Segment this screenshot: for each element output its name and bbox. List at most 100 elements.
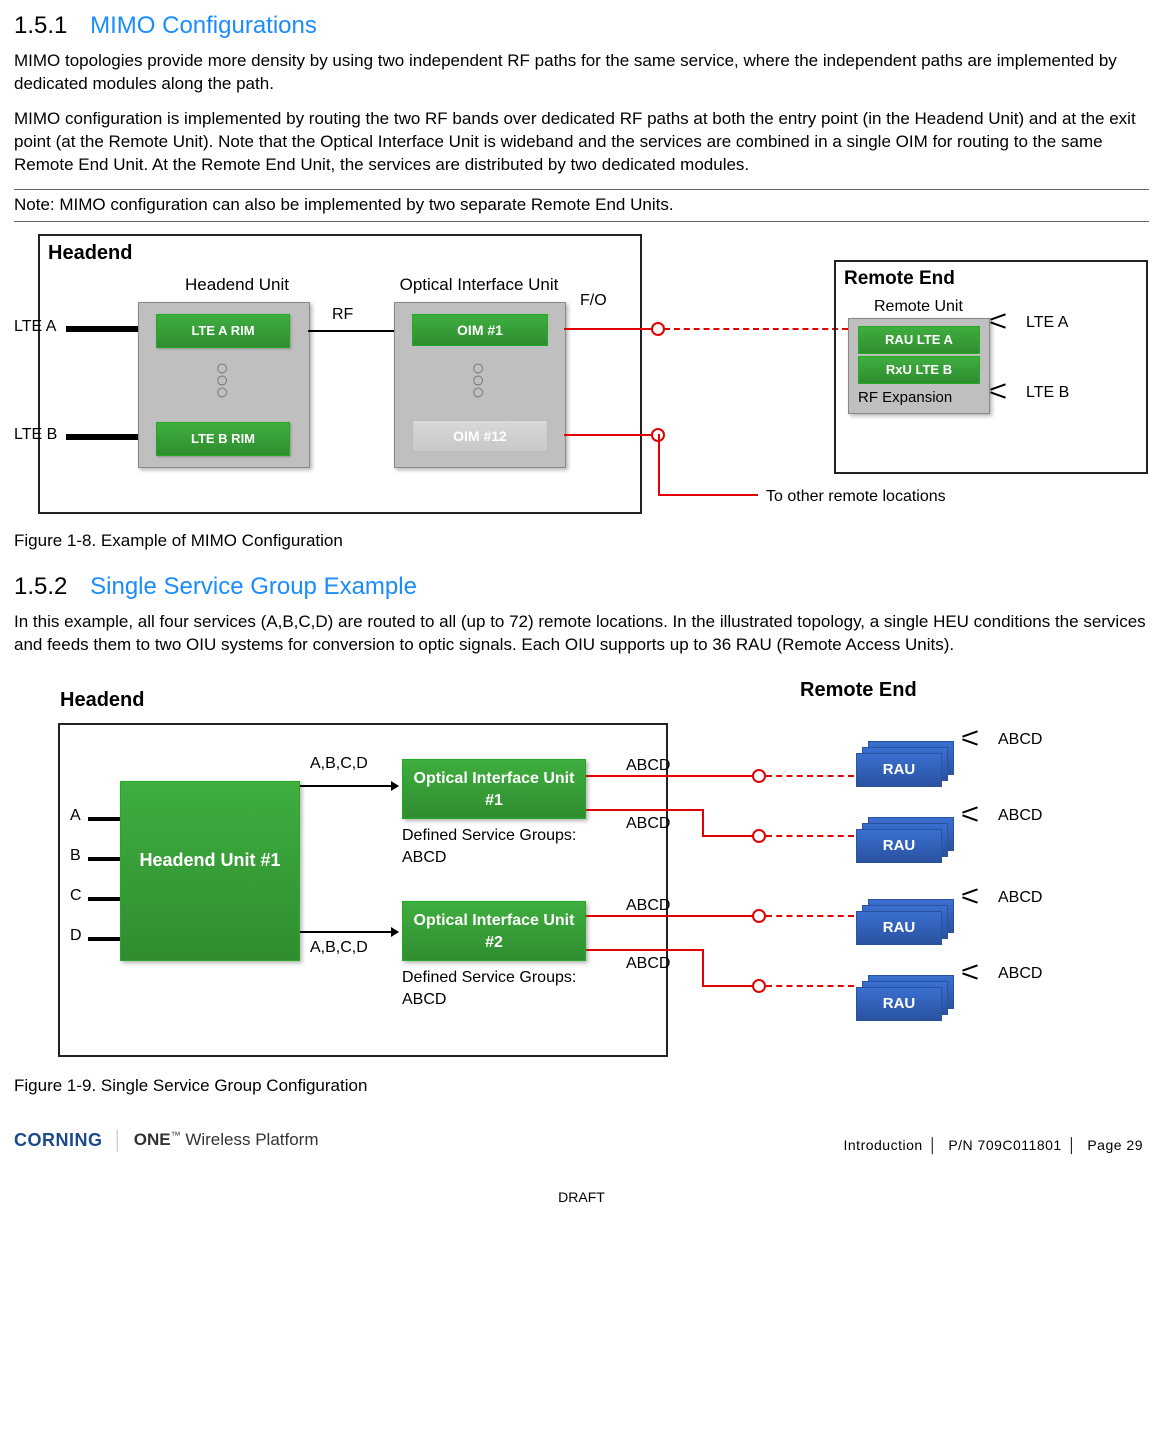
fig2-headend-label: Headend [60,687,144,714]
fo-line-12b [658,494,758,496]
rau-antenna-3 [962,887,992,905]
rau-stack-4-label: RAU [856,987,942,1021]
oim-1: OIM #1 [412,314,548,346]
footer-intro: Introduction [838,1137,929,1153]
fiber-out-4a [586,949,704,951]
abcd-in-bot-label: A,B,C,D [310,937,368,959]
fiber-out-3d [766,915,854,917]
oiu-1-label: Optical Interface Unit #1 [414,770,575,809]
fo-line-12a [564,434,654,436]
fiber-out-2b [702,835,754,837]
rau-antenna-4 [962,963,992,981]
dsg-1-label: Defined Service Groups: ABCD [402,825,612,868]
section-151-note: Note: MIMO configuration can also be imp… [14,189,1149,222]
lte-a-bar [66,326,144,332]
abcd-in-top-label: A,B,C,D [310,753,368,775]
input-c-label: C [70,885,82,907]
section-151-heading: 1.5.1 MIMO Configurations [14,10,1149,42]
section-151-title: MIMO Configurations [90,12,317,39]
fo-port-1 [651,322,665,336]
headend-unit-1: Headend Unit #1 [120,781,300,961]
fiber-out-1 [586,775,754,777]
lte-a-rim: LTE A RIM [156,314,290,348]
remote-unit-label: Remote Unit [874,296,963,318]
fo-port-2-1 [752,769,766,783]
oiu-vdots: ○○○ [468,362,488,398]
input-a-label: A [70,805,81,827]
heu-label: Headend Unit #1 [139,850,280,870]
fiber-out-4b [702,985,754,987]
fiber-out-1d [766,775,854,777]
fiber-out-2v [702,809,704,837]
oiu-1: Optical Interface Unit #1 [402,759,586,819]
rau-lte-a: RAU LTE A [858,326,980,354]
section-151-para-2: MIMO configuration is implemented by rou… [14,108,1149,177]
footer-right: Introduction│ P/N 709C011801│ Page 29 [838,1136,1150,1155]
rau-abcd-1-label: ABCD [998,729,1042,751]
brand-separator: │ [113,1128,124,1152]
page-footer: CORNING │ ONE™ Wireless Platform Introdu… [14,1128,1149,1207]
headend-label: Headend [48,240,132,267]
heu-to-oiu2-arrow [300,931,398,933]
rf-line [308,330,394,332]
abcd-out-4-label: ABCD [626,953,670,975]
oim-12: OIM #12 [412,420,548,452]
fiber-out-3 [586,915,754,917]
rau-stack-2-label: RAU [856,829,942,863]
fo-port-2-3 [752,909,766,923]
rau-stack-3-label: RAU [856,911,942,945]
rau-abcd-2-label: ABCD [998,805,1042,827]
fiber-out-2d [766,835,854,837]
figure-1-9-caption: Figure 1-9. Single Service Group Configu… [14,1075,1149,1098]
antenna-lte-b [990,382,1020,400]
input-b-bar [88,857,120,861]
section-152-heading: 1.5.2 Single Service Group Example [14,571,1149,603]
fo-port-2-4 [752,979,766,993]
figure-1-8: Headend Headend Unit Optical Interface U… [14,234,1149,524]
heu-to-oiu1-arrow [300,785,398,787]
footer-page: Page 29 [1081,1137,1149,1153]
fo-port-2-2 [752,829,766,843]
to-other-label: To other remote locations [766,486,946,508]
rau-abcd-4-label: ABCD [998,963,1042,985]
section-151-para-1: MIMO topologies provide more density by … [14,50,1149,96]
rau-stack-1: RAU [856,741,956,787]
figure-1-8-caption: Figure 1-8. Example of MIMO Configuratio… [14,530,1149,553]
footer-pn: P/N 709C011801 [942,1137,1067,1153]
headend-unit-label: Headend Unit [162,274,312,297]
rau-antenna-1 [962,729,992,747]
lte-b-in-label: LTE B [14,424,57,446]
rau-antenna-2 [962,805,992,823]
fo-line-1b [664,328,848,330]
heu-vdots: ○○○ [212,362,232,398]
fo-line-1a [564,328,654,330]
input-d-label: D [70,925,82,947]
brand-one: ONE™ Wireless Platform [134,1129,319,1152]
lte-b-out-label: LTE B [1026,382,1069,404]
rau-stack-3: RAU [856,899,956,945]
footer-draft: DRAFT [14,1188,1149,1207]
fig2-remote-end-label: Remote End [800,677,917,704]
abcd-out-1-label: ABCD [626,755,670,777]
lte-a-in-label: LTE A [14,316,56,338]
rf-expansion-label: RF Expansion [858,388,952,408]
fo-label: F/O [580,290,607,312]
section-152-para-1: In this example, all four services (A,B,… [14,611,1149,657]
input-b-label: B [70,845,81,867]
rau-stack-1-label: RAU [856,753,942,787]
rau-stack-2: RAU [856,817,956,863]
lte-b-bar [66,434,144,440]
oiu-2: Optical Interface Unit #2 [402,901,586,961]
rxu-lte-b: RxU LTE B [858,356,980,384]
input-a-bar [88,817,120,821]
fiber-out-4v [702,949,704,987]
abcd-out-2-label: ABCD [626,813,670,835]
fo-vline-12 [658,434,660,496]
rau-stack-4: RAU [856,975,956,1021]
section-152-number: 1.5.2 [14,573,67,600]
rau-abcd-3-label: ABCD [998,887,1042,909]
dsg-2-label: Defined Service Groups: ABCD [402,967,612,1010]
figure-1-9: Headend Remote End Headend Unit #1 A B C… [14,669,1149,1069]
antenna-lte-a [990,312,1020,330]
oiu-2-label: Optical Interface Unit #2 [414,912,575,951]
